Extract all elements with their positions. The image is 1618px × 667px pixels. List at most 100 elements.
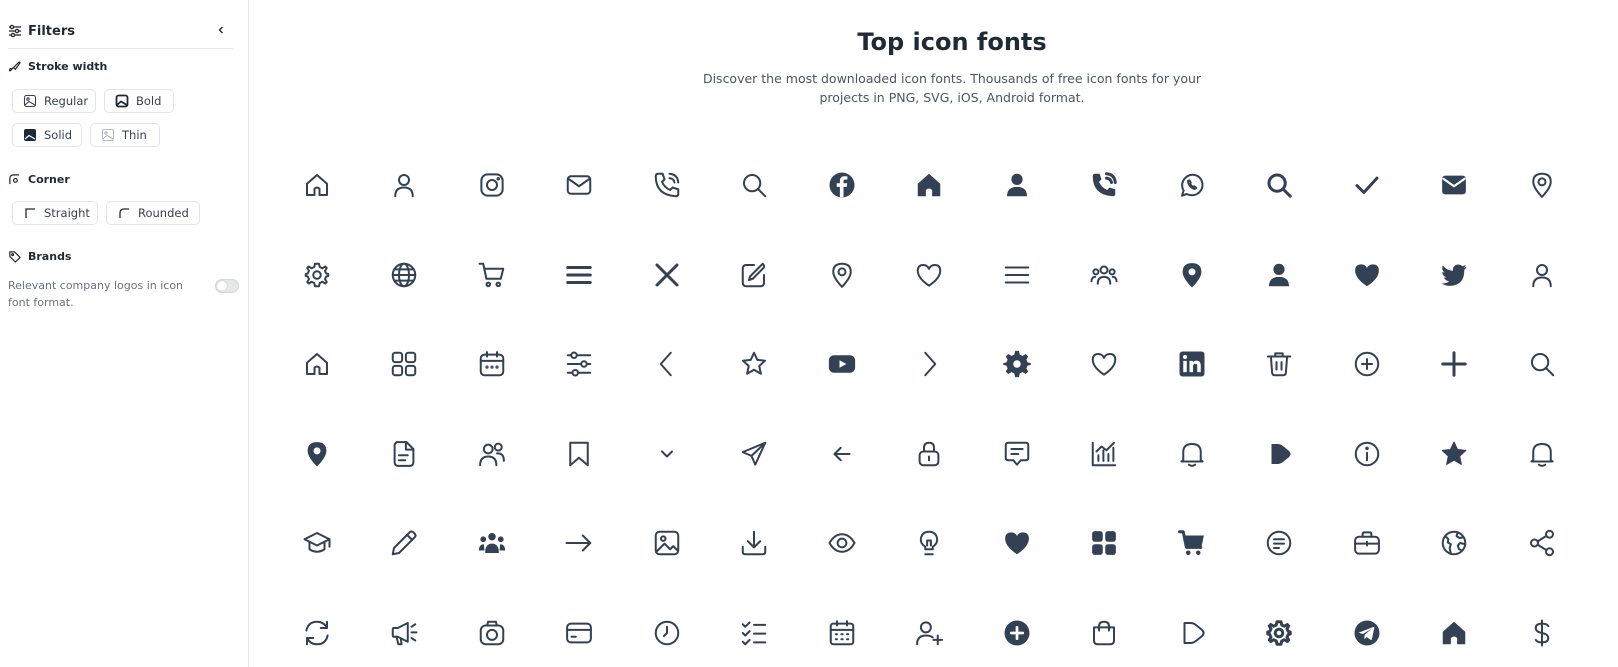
- angle-small-down-icon[interactable]: [645, 432, 689, 476]
- settings-icon[interactable]: [295, 253, 339, 297]
- stroke-regular-chip[interactable]: Regular: [12, 89, 96, 113]
- shopping-cart-solid-icon[interactable]: [1170, 521, 1214, 565]
- comment-lines-icon[interactable]: [1257, 521, 1301, 565]
- lock-glyph: [918, 441, 940, 466]
- apps-solid-icon[interactable]: [1082, 521, 1126, 565]
- bookmark-icon[interactable]: [557, 432, 601, 476]
- download-icon[interactable]: [732, 521, 776, 565]
- settings-sliders-icon[interactable]: [557, 342, 601, 386]
- home-icon[interactable]: [295, 342, 339, 386]
- user-icon[interactable]: [382, 163, 426, 207]
- settings-bold-icon[interactable]: [1257, 611, 1301, 655]
- camera-icon[interactable]: [470, 611, 514, 655]
- eye-icon[interactable]: [820, 521, 864, 565]
- twitter-icon[interactable]: [1432, 253, 1476, 297]
- search-icon[interactable]: [732, 163, 776, 207]
- cross-icon[interactable]: [645, 253, 689, 297]
- menu-lines-icon[interactable]: [995, 253, 1039, 297]
- corner-rounded-chip[interactable]: Rounded: [106, 201, 200, 225]
- user-solid-icon[interactable]: [1257, 253, 1301, 297]
- facebook-icon[interactable]: [820, 163, 864, 207]
- stroke-solid-chip[interactable]: Solid: [12, 123, 82, 147]
- camera-glyph: [479, 620, 504, 645]
- envelope-solid-icon[interactable]: [1432, 163, 1476, 207]
- marker-icon[interactable]: [1520, 163, 1564, 207]
- trash-icon[interactable]: [1257, 342, 1301, 386]
- home-solid-icon[interactable]: [1432, 611, 1476, 655]
- heart-solid-icon[interactable]: [995, 521, 1039, 565]
- user-solid-icon[interactable]: [995, 163, 1039, 207]
- dollar-icon[interactable]: [1520, 611, 1564, 655]
- search-icon[interactable]: [1520, 342, 1564, 386]
- star-icon[interactable]: [732, 342, 776, 386]
- youtube-icon[interactable]: [820, 342, 864, 386]
- phone-call-solid-icon[interactable]: [1082, 163, 1126, 207]
- info-icon[interactable]: [1345, 432, 1389, 476]
- credit-card-icon[interactable]: [557, 611, 601, 655]
- marker-solid-icon[interactable]: [1170, 253, 1214, 297]
- document-icon[interactable]: [382, 432, 426, 476]
- refresh-icon[interactable]: [295, 611, 339, 655]
- plus-icon[interactable]: [1432, 342, 1476, 386]
- bell-icon[interactable]: [1520, 432, 1564, 476]
- shopping-cart-icon[interactable]: [470, 253, 514, 297]
- list-check-icon[interactable]: [732, 611, 776, 655]
- users-solid-icon[interactable]: [470, 521, 514, 565]
- calendar-icon[interactable]: [470, 342, 514, 386]
- picture-icon[interactable]: [645, 521, 689, 565]
- check-icon[interactable]: [1345, 163, 1389, 207]
- search-bold-icon[interactable]: [1257, 163, 1301, 207]
- stroke-thin-chip[interactable]: Thin: [90, 123, 160, 147]
- graduation-cap-icon[interactable]: [295, 521, 339, 565]
- bell-icon[interactable]: [1170, 432, 1214, 476]
- star-solid-icon[interactable]: [1432, 432, 1476, 476]
- add-icon[interactable]: [1345, 342, 1389, 386]
- home-icon[interactable]: [295, 163, 339, 207]
- envelope-icon[interactable]: [557, 163, 601, 207]
- calendar-lines-icon[interactable]: [820, 611, 864, 655]
- angle-left-icon[interactable]: [645, 342, 689, 386]
- briefcase-icon[interactable]: [1345, 521, 1389, 565]
- linkedin-icon[interactable]: [1170, 342, 1214, 386]
- play-icon[interactable]: [1170, 611, 1214, 655]
- angle-right-icon[interactable]: [907, 342, 951, 386]
- stroke-bold-chip[interactable]: Bold: [104, 89, 174, 113]
- comment-alt-icon[interactable]: [995, 432, 1039, 476]
- heart-solid-icon[interactable]: [1345, 253, 1389, 297]
- add-solid-icon[interactable]: [995, 611, 1039, 655]
- instagram-icon[interactable]: [470, 163, 514, 207]
- paper-plane-icon[interactable]: [732, 432, 776, 476]
- arrow-small-left-icon[interactable]: [820, 432, 864, 476]
- marker-solid-icon[interactable]: [295, 432, 339, 476]
- edit-icon[interactable]: [732, 253, 776, 297]
- lock-icon[interactable]: [907, 432, 951, 476]
- play-solid-icon[interactable]: [1257, 432, 1301, 476]
- megaphone-icon[interactable]: [382, 611, 426, 655]
- bulb-icon[interactable]: [907, 521, 951, 565]
- clock-icon[interactable]: [645, 611, 689, 655]
- users-icon[interactable]: [1082, 253, 1126, 297]
- shopping-bag-icon[interactable]: [1082, 611, 1126, 655]
- brands-toggle[interactable]: [215, 279, 239, 293]
- heart-icon[interactable]: [907, 253, 951, 297]
- earth-icon[interactable]: [1432, 521, 1476, 565]
- heart-icon[interactable]: [1082, 342, 1126, 386]
- phone-call-icon[interactable]: [645, 163, 689, 207]
- arrow-right-icon[interactable]: [557, 521, 601, 565]
- marker-icon[interactable]: [820, 253, 864, 297]
- users-alt-icon[interactable]: [470, 432, 514, 476]
- whatsapp-icon[interactable]: [1170, 163, 1214, 207]
- user-add-icon[interactable]: [907, 611, 951, 655]
- corner-straight-chip[interactable]: Straight: [12, 201, 98, 225]
- telegram-icon[interactable]: [1345, 611, 1389, 655]
- pencil-icon[interactable]: [382, 521, 426, 565]
- collapse-sidebar-button[interactable]: [213, 22, 229, 38]
- share-icon[interactable]: [1520, 521, 1564, 565]
- stats-icon[interactable]: [1082, 432, 1126, 476]
- apps-icon[interactable]: [382, 342, 426, 386]
- menu-burger-icon[interactable]: [557, 253, 601, 297]
- settings-solid-icon[interactable]: [995, 342, 1039, 386]
- home-solid-icon[interactable]: [907, 163, 951, 207]
- globe-icon[interactable]: [382, 253, 426, 297]
- user-icon[interactable]: [1520, 253, 1564, 297]
